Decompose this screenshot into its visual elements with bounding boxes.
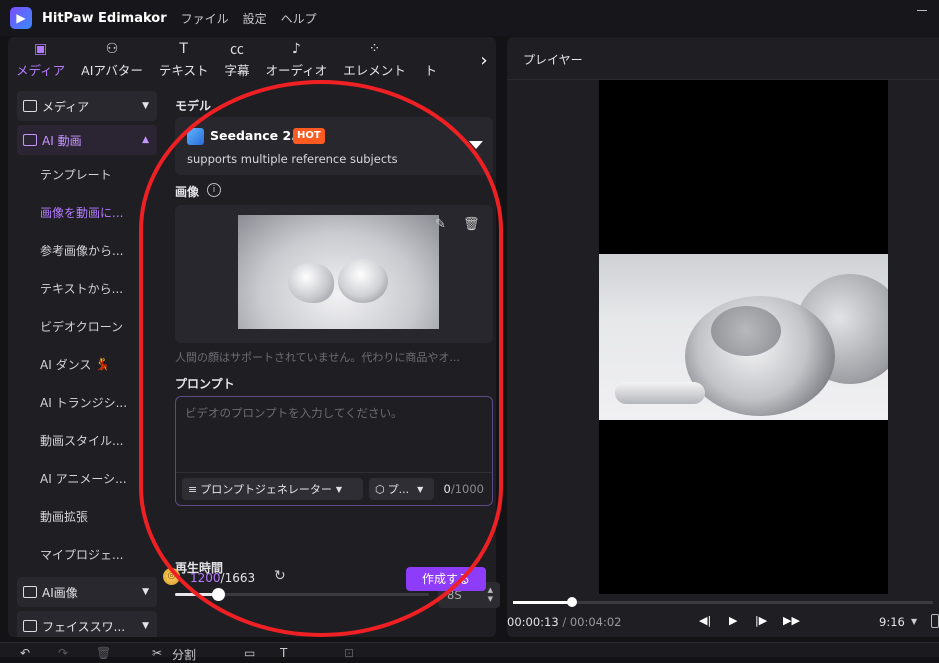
dancer-icon: 💃 — [95, 357, 111, 371]
split-icon[interactable]: ✂ — [152, 646, 162, 660]
chevron-down-icon: ▼ — [142, 101, 149, 111]
fullscreen-icon[interactable] — [931, 614, 939, 628]
model-label: モデル — [175, 99, 212, 113]
playback-progress-fill — [513, 601, 572, 604]
sidebar: メディア ▼ AI 動画 ▲ テンプレート 画像を動画に... 参考画像から..… — [16, 87, 158, 637]
app-title: HitPaw Edimakor — [42, 10, 167, 26]
redo-icon[interactable]: ↷ — [58, 646, 68, 660]
player-panel: プレイヤー 00:00:13 / 00:04:02 ◀| ▶ |▶ ▶▶ 9:1… — [507, 37, 939, 637]
video-frame — [599, 254, 888, 420]
sidebar-item-text-to-video[interactable]: テキストから... — [16, 269, 158, 307]
sidebar-item-reference-image[interactable]: 参考画像から... — [16, 231, 158, 269]
tab-audio-label: オーディオ — [265, 63, 328, 78]
sidebar-item-video-clone[interactable]: ビデオクローン — [16, 307, 158, 345]
sidebar-group-media-label: メディア — [42, 99, 90, 114]
top-tabs: ▣ メディア ⚇ AIアバター T テキスト ㏄ 字幕 ♪ オーディオ ⁘ エレ… — [8, 37, 496, 83]
tab-caption[interactable]: ㏄ 字幕 — [217, 37, 258, 83]
sidebar-group-ai-image-label: AI画像 — [42, 585, 78, 600]
tab-element-label: エレメント — [343, 63, 406, 78]
playback-progress[interactable] — [513, 597, 933, 607]
time-separator: / — [562, 615, 567, 629]
sidebar-item-ai-transition[interactable]: AI トランジシ... — [16, 383, 158, 421]
menu-help[interactable]: ヘルプ — [281, 10, 317, 27]
tab-text[interactable]: T テキスト — [151, 37, 217, 83]
tab-text-label: テキスト — [158, 63, 209, 78]
video-preview[interactable] — [599, 80, 888, 594]
chevron-right-icon[interactable]: › — [474, 45, 494, 75]
ai-video-icon — [23, 134, 37, 146]
sidebar-item-my-projects[interactable]: マイプロジェ... — [16, 535, 158, 573]
timeline-toolbar: ↶ ↷ 🗑 ✂ 分割 ▭ T ⊡ — [0, 642, 939, 662]
time-display: 00:00:13 / 00:04:02 — [507, 615, 622, 629]
fast-forward-icon[interactable]: ▶▶ — [783, 614, 800, 627]
prev-clip-icon[interactable]: ◀| — [699, 614, 711, 627]
tab-transition-label: ト — [424, 63, 437, 78]
text-tool-icon[interactable]: T — [280, 646, 287, 660]
chevron-down-icon: ▼ — [142, 621, 149, 631]
stepper-arrows-icon[interactable]: ▲ ▼ — [488, 586, 493, 604]
tab-media[interactable]: ▣ メディア — [8, 37, 73, 83]
tab-audio[interactable]: ♪ オーディオ — [258, 37, 336, 83]
tab-ai-avatar[interactable]: ⚇ AIアバター — [73, 37, 151, 83]
undo-icon[interactable]: ↶ — [20, 646, 30, 660]
media-icon: ▣ — [33, 41, 48, 57]
sidebar-item-ai-animation[interactable]: AI アニメーシ... — [16, 459, 158, 497]
current-time: 00:00:13 — [507, 615, 559, 629]
play-icon[interactable]: ▶ — [729, 614, 737, 627]
crop-icon[interactable]: ▭ — [244, 646, 255, 660]
sidebar-item-template[interactable]: テンプレート — [16, 155, 158, 193]
tab-ai-avatar-label: AIアバター — [81, 63, 143, 78]
total-time: 00:04:02 — [569, 615, 622, 629]
sidebar-item-ai-dance[interactable]: AI ダンス 💃 — [16, 345, 158, 383]
earbud-mesh-shape — [711, 306, 781, 356]
highlight-annotation — [139, 80, 503, 637]
tab-element[interactable]: ⁘ エレメント — [335, 37, 414, 83]
folder-icon — [23, 100, 37, 112]
ai-image-icon — [23, 586, 37, 598]
tab-caption-label: 字幕 — [224, 63, 250, 78]
audio-icon: ♪ — [291, 41, 301, 57]
aspect-ratio-select[interactable]: 9:16 — [879, 615, 905, 629]
sidebar-group-ai-video[interactable]: AI 動画 ▲ — [17, 125, 157, 155]
element-icon: ⁘ — [368, 41, 381, 57]
tab-media-label: メディア — [16, 63, 66, 78]
minimize-icon[interactable] — [917, 10, 927, 11]
sidebar-group-ai-video-label: AI 動画 — [42, 133, 82, 148]
menu-file[interactable]: ファイル — [181, 10, 229, 27]
player-title: プレイヤー — [523, 53, 583, 67]
lock-icon[interactable]: ⊡ — [344, 646, 354, 660]
transition-icon — [422, 41, 440, 57]
sidebar-group-ai-image[interactable]: AI画像 ▼ — [17, 577, 157, 607]
next-frame-icon[interactable]: |▶ — [755, 614, 767, 627]
sidebar-item-video-style[interactable]: 動画スタイル... — [16, 421, 158, 459]
sidebar-group-faceswap-label: フェイススワ... — [42, 619, 126, 634]
earbud-stem-shape — [615, 382, 705, 404]
tab-transition[interactable]: ト — [414, 37, 448, 83]
chevron-down-icon: ▼ — [142, 587, 149, 597]
title-bar: ▶ HitPaw Edimakor ファイル 設定 ヘルプ — [0, 0, 939, 36]
avatar-icon: ⚇ — [105, 41, 119, 57]
caption-icon: ㏄ — [230, 42, 245, 58]
caret-down-icon[interactable]: ▼ — [911, 617, 917, 626]
delete-icon[interactable]: 🗑 — [96, 646, 111, 660]
menu-settings[interactable]: 設定 — [243, 10, 267, 27]
text-icon: T — [179, 41, 188, 57]
sidebar-item-ai-dance-label: AI ダンス — [40, 357, 92, 372]
sidebar-group-media[interactable]: メディア ▼ — [17, 91, 157, 121]
sidebar-item-video-extend[interactable]: 動画拡張 — [16, 497, 158, 535]
playback-progress-thumb[interactable] — [566, 597, 577, 607]
sidebar-item-image-to-video[interactable]: 画像を動画に... — [16, 193, 158, 231]
app-logo-icon: ▶ — [10, 7, 32, 29]
chevron-up-icon: ▲ — [142, 135, 149, 145]
faceswap-icon — [23, 620, 37, 632]
sidebar-group-faceswap[interactable]: フェイススワ... ▼ — [17, 611, 157, 637]
split-label[interactable]: 分割 — [172, 646, 196, 663]
